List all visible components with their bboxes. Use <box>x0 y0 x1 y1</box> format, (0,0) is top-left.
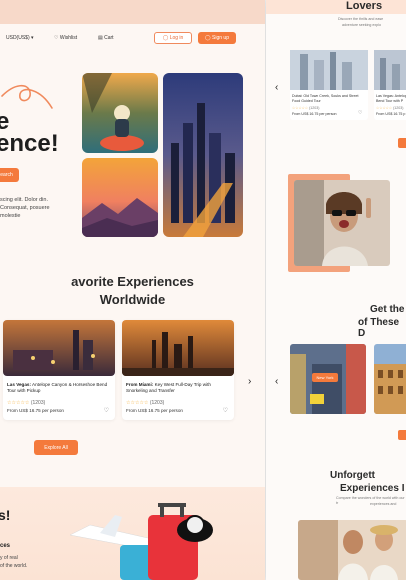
top-banner-band <box>0 0 265 24</box>
miami-sunset-photo <box>122 320 234 376</box>
dubai-card-title: Dubai: Old Town Creek, Souks and Street … <box>292 94 359 103</box>
login-button[interactable]: ◯ Log in <box>154 32 192 44</box>
card-1-price: From US$ 16.75 per person <box>7 408 64 413</box>
cart-icon: ▤ <box>98 35 103 41</box>
card-1-title[interactable]: Las Vegas: Antelope Canyon & Horseshoe B… <box>7 382 111 394</box>
card-2-wishlist-heart-icon[interactable]: ♡ <box>223 407 228 414</box>
favorites-title-line1: avorite Experiences <box>71 274 194 289</box>
cart-link[interactable]: ▤ Cart <box>98 35 114 41</box>
card-2-rating: ☆☆☆☆☆ (1203) <box>126 400 164 406</box>
signup-label: Sign up <box>212 35 229 41</box>
promo-text-line1: y of real <box>0 555 18 561</box>
right-carousel2-prev-chevron-icon[interactable]: ‹ <box>275 376 278 387</box>
sunset-mountains-photo <box>82 158 158 237</box>
right-orange-button-1[interactable] <box>398 138 406 148</box>
wishlist-label: Wishlist <box>59 35 78 41</box>
vegas-card-reviews: (1203) <box>393 106 404 110</box>
right-carousel-prev-chevron-icon[interactable]: ‹ <box>275 82 278 93</box>
user-icon: ◯ <box>162 35 169 41</box>
las-vegas-small-photo <box>374 50 406 90</box>
happy-woman-photo <box>294 180 390 266</box>
city-night-photo <box>163 73 243 237</box>
airplane-luggage-illustration <box>69 503 213 580</box>
unforgettable-title-line1: Unforgett <box>330 470 375 481</box>
right-orange-button-2[interactable] <box>398 430 406 440</box>
login-label: Log in <box>169 35 184 41</box>
card-1-title-location: Las Vegas: <box>7 382 32 387</box>
explore-all-button[interactable]: Explore All <box>34 440 78 455</box>
get-the-title: Get the <box>370 304 405 315</box>
lovers-title: Lovers <box>346 0 383 12</box>
vegas-card-title: Las Vegas: Antelop Bend Tour with P <box>376 94 406 103</box>
card-1-wishlist-heart-icon[interactable]: ♡ <box>104 407 109 414</box>
kayak-photo <box>82 73 158 153</box>
promo-heading: s! <box>0 507 11 523</box>
dubai-card-rating: ☆☆☆☆☆ (1203) <box>292 106 320 110</box>
unforgettable-title-line2: Experiences I <box>340 483 405 494</box>
experience-card-1[interactable]: Las Vegas: Antelope Canyon & Horseshoe B… <box>3 320 115 420</box>
lovers-sub-line2: adventure seeking explo <box>342 23 381 27</box>
card-1-reviews: (1203) <box>30 400 46 406</box>
star-rating-icon: ☆☆☆☆☆ <box>7 400 30 406</box>
landing-page-left: USD(US$) ▾ ♡ Wishlist ▤ Cart ◯ Log in ◯ … <box>0 0 265 580</box>
cart-label: Cart <box>104 35 114 41</box>
new-york-label: New York <box>312 373 338 382</box>
currency-selector[interactable]: USD(US$) ▾ <box>6 35 34 41</box>
experience-card-2[interactable]: From Miami: Key West Full-Day Trip with … <box>122 320 234 420</box>
card-2-price: From US$ 16.75 per person <box>126 408 183 413</box>
promo-text-line2: of the world. <box>0 563 28 569</box>
hero-title-line2: ence! <box>0 130 59 157</box>
card-2-title-location: From Miami: <box>126 382 154 387</box>
promo-subheading: ces <box>0 543 11 549</box>
dubai-photo <box>290 50 368 90</box>
new-york-photo[interactable]: New York <box>290 344 366 414</box>
card-1-rating: ☆☆☆☆☆ (1203) <box>7 400 45 406</box>
las-vegas-photo <box>3 320 115 376</box>
heart-icon: ♡ <box>54 35 59 41</box>
colosseum-photo[interactable] <box>374 344 406 414</box>
card-2-reviews: (1203) <box>149 400 165 406</box>
screenshot-canvas: USD(US$) ▾ ♡ Wishlist ▤ Cart ◯ Log in ◯ … <box>0 0 406 580</box>
dubai-card-price: From US$ 16.75 per person <box>292 112 337 116</box>
card-2-title[interactable]: From Miami: Key West Full-Day Trip with … <box>126 382 230 394</box>
dubai-card-reviews: (1203) <box>309 106 320 110</box>
unforgettable-sub-line2: experiences and <box>370 502 397 506</box>
currency-label: USD(US$) <box>6 35 30 41</box>
dubai-card-heart-icon[interactable]: ♡ <box>358 111 362 116</box>
right-card-dubai[interactable]: Dubai: Old Town Creek, Souks and Street … <box>290 50 368 120</box>
carousel-next-chevron-icon[interactable]: › <box>248 376 251 387</box>
right-top-band <box>266 0 406 14</box>
vegas-card-price: From US$ 16.75 p <box>376 112 406 116</box>
right-card-las-vegas[interactable]: Las Vegas: Antelop Bend Tour with P ☆☆☆☆… <box>374 50 406 120</box>
hero-description: scing elit. Dolor din. Consequat, posuer… <box>0 197 50 219</box>
vegas-card-rating: ☆☆☆☆☆ (1203) <box>376 106 404 110</box>
of-these-title: of These D <box>358 317 400 339</box>
favorites-title-line2: Worldwide <box>99 292 166 307</box>
couple-photo <box>298 520 406 580</box>
signup-button[interactable]: ◯ Sign up <box>198 32 236 44</box>
landing-page-right: Lovers Discover the thrills and ease adv… <box>266 0 406 580</box>
lovers-sub-line1: Discover the thrills and ease <box>338 17 384 21</box>
wishlist-link[interactable]: ♡ Wishlist <box>54 35 77 41</box>
bottom-promo-section: s! ces y of real of the world. <box>0 487 265 580</box>
star-rating-icon: ☆☆☆☆☆ <box>126 400 149 406</box>
hero-search-button[interactable]: earch <box>0 168 19 182</box>
user-plus-icon: ◯ <box>205 35 211 41</box>
